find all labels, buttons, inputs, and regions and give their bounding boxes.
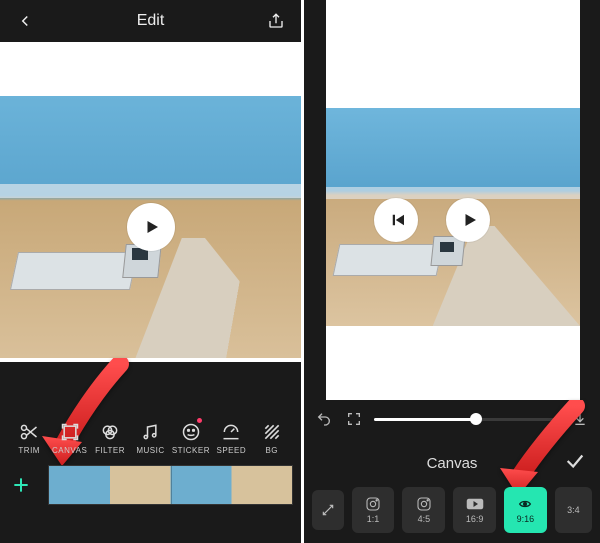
play-button[interactable] [446, 198, 490, 242]
tool-trim[interactable]: TRIM [10, 420, 48, 455]
download-button[interactable] [570, 409, 590, 429]
canvas-title: Canvas [427, 455, 478, 472]
progress-bar-row [314, 406, 590, 432]
screen-left-edit: Edit TRIM [0, 0, 301, 543]
video-preview[interactable] [0, 96, 301, 358]
back-button[interactable] [14, 10, 36, 32]
speed-icon [219, 420, 243, 444]
youtube-icon [466, 497, 484, 511]
tool-bg[interactable]: BG [253, 420, 291, 455]
previous-button[interactable] [374, 198, 418, 242]
tool-speed[interactable]: SPEED [212, 420, 250, 455]
ratio-4-5[interactable]: 4:5 [402, 487, 445, 533]
canvas-section-header: Canvas [304, 444, 600, 482]
expand-icon [319, 503, 337, 517]
top-bar: Edit [0, 0, 301, 42]
app-icon [516, 497, 534, 511]
canvas-preview-9-16 [326, 0, 580, 400]
ratio-16-9[interactable]: 16:9 [453, 487, 496, 533]
tool-filter[interactable]: FILTER [91, 420, 129, 455]
share-button[interactable] [265, 10, 287, 32]
tool-sticker[interactable]: STICKER [172, 420, 210, 455]
ratio-3-4[interactable]: 3:4 [555, 487, 592, 533]
timeline-thumbnails[interactable] [48, 465, 293, 505]
tool-music[interactable]: MUSIC [131, 420, 169, 455]
ratio-9-16[interactable]: 9:16 [504, 487, 547, 533]
canvas-icon [58, 420, 82, 444]
timeline-row [0, 459, 301, 511]
confirm-button[interactable] [564, 450, 586, 476]
aspect-ratio-picker: 1:1 4:5 16:9 9:16 3:4 [304, 481, 600, 539]
filter-icon [98, 420, 122, 444]
ratio-free[interactable] [312, 490, 344, 530]
edit-toolbar: TRIM CANVAS FILTER MUSIC STICKER SPE [0, 414, 301, 459]
undo-button[interactable] [314, 409, 334, 429]
instagram-icon [415, 497, 433, 511]
scissors-icon [17, 420, 41, 444]
ratio-1-1[interactable]: 1:1 [352, 487, 395, 533]
page-title: Edit [137, 12, 165, 30]
bg-icon [260, 420, 284, 444]
canvas-letterbox-top [0, 42, 301, 96]
progress-slider[interactable] [374, 418, 560, 421]
add-clip-button[interactable] [8, 472, 34, 498]
sticker-icon [179, 420, 203, 444]
instagram-icon [364, 497, 382, 511]
music-icon [138, 420, 162, 444]
tool-canvas[interactable]: CANVAS [50, 420, 88, 455]
play-button[interactable] [127, 203, 175, 251]
fullscreen-button[interactable] [344, 409, 364, 429]
screen-right-canvas: Canvas 1:1 4:5 16:9 [304, 0, 600, 543]
